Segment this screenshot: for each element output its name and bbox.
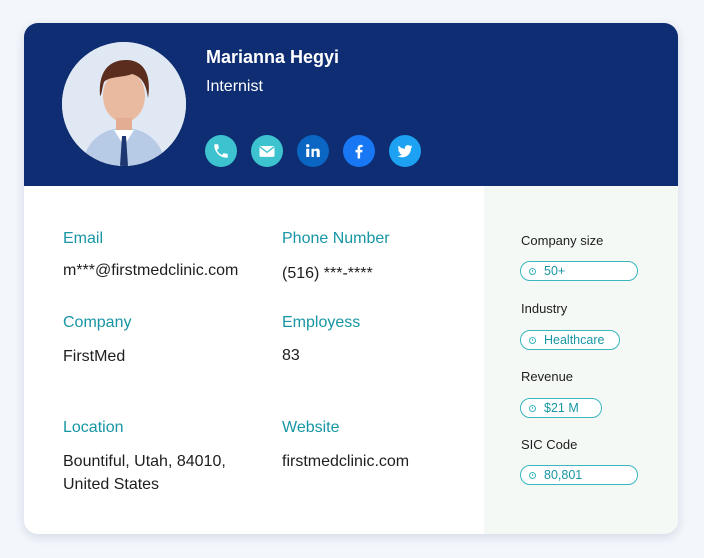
employees-value: 83 (282, 347, 300, 364)
radio-dot-icon (529, 471, 536, 479)
revenue-label: Revenue (521, 369, 574, 384)
location-label: Location (63, 419, 124, 436)
industry-chip: Healthcare (520, 330, 620, 350)
email-value[interactable]: m***@firstmedclinic.com (63, 259, 238, 282)
website-value[interactable]: firstmedclinic.com (282, 450, 409, 473)
company-size-value: 50+ (544, 264, 566, 278)
sic-code-chip: 80,801 (520, 465, 638, 485)
person-portrait-icon (62, 42, 186, 166)
company-size-chip: 50+ (520, 261, 638, 281)
phone-icon[interactable] (205, 135, 237, 167)
facebook-icon[interactable] (343, 135, 375, 167)
radio-dot-icon (529, 336, 536, 344)
contact-card: Marianna Hegyi Internist Email m***@firs… (24, 23, 678, 534)
email-icon[interactable] (251, 135, 283, 167)
contact-details: Email m***@firstmedclinic.com Phone Numb… (24, 186, 484, 534)
employees-label: Employess (282, 314, 361, 331)
location-line-2: United States (63, 476, 160, 493)
company-value: FirstMed (63, 348, 126, 365)
profile-title: Internist (206, 78, 263, 95)
radio-dot-icon (529, 267, 536, 275)
website-label: Website (282, 419, 340, 436)
twitter-icon[interactable] (389, 135, 421, 167)
company-label: Company (63, 314, 132, 331)
avatar (62, 42, 186, 166)
company-sidebar: Company size 50+ Industry Healthcare Rev… (484, 186, 678, 534)
phone-label: Phone Number (282, 230, 390, 247)
radio-dot-icon (529, 404, 536, 412)
company-size-label: Company size (521, 233, 604, 248)
revenue-chip: $21 M (520, 398, 602, 418)
location-value: Bountiful, Utah, 84010, United States (63, 450, 226, 496)
location-line-1: Bountiful, Utah, 84010, (63, 453, 226, 470)
social-links (205, 135, 421, 167)
profile-header: Marianna Hegyi Internist (24, 23, 678, 186)
email-label: Email (63, 230, 104, 247)
phone-value[interactable]: (516) ***-**** (282, 262, 373, 285)
industry-label: Industry (521, 301, 568, 316)
industry-value: Healthcare (544, 333, 605, 347)
sic-code-label: SIC Code (521, 437, 578, 452)
profile-name: Marianna Hegyi (206, 47, 340, 67)
revenue-value: $21 M (544, 401, 579, 415)
sic-code-value: 80,801 (544, 468, 583, 482)
linkedin-icon[interactable] (297, 135, 329, 167)
